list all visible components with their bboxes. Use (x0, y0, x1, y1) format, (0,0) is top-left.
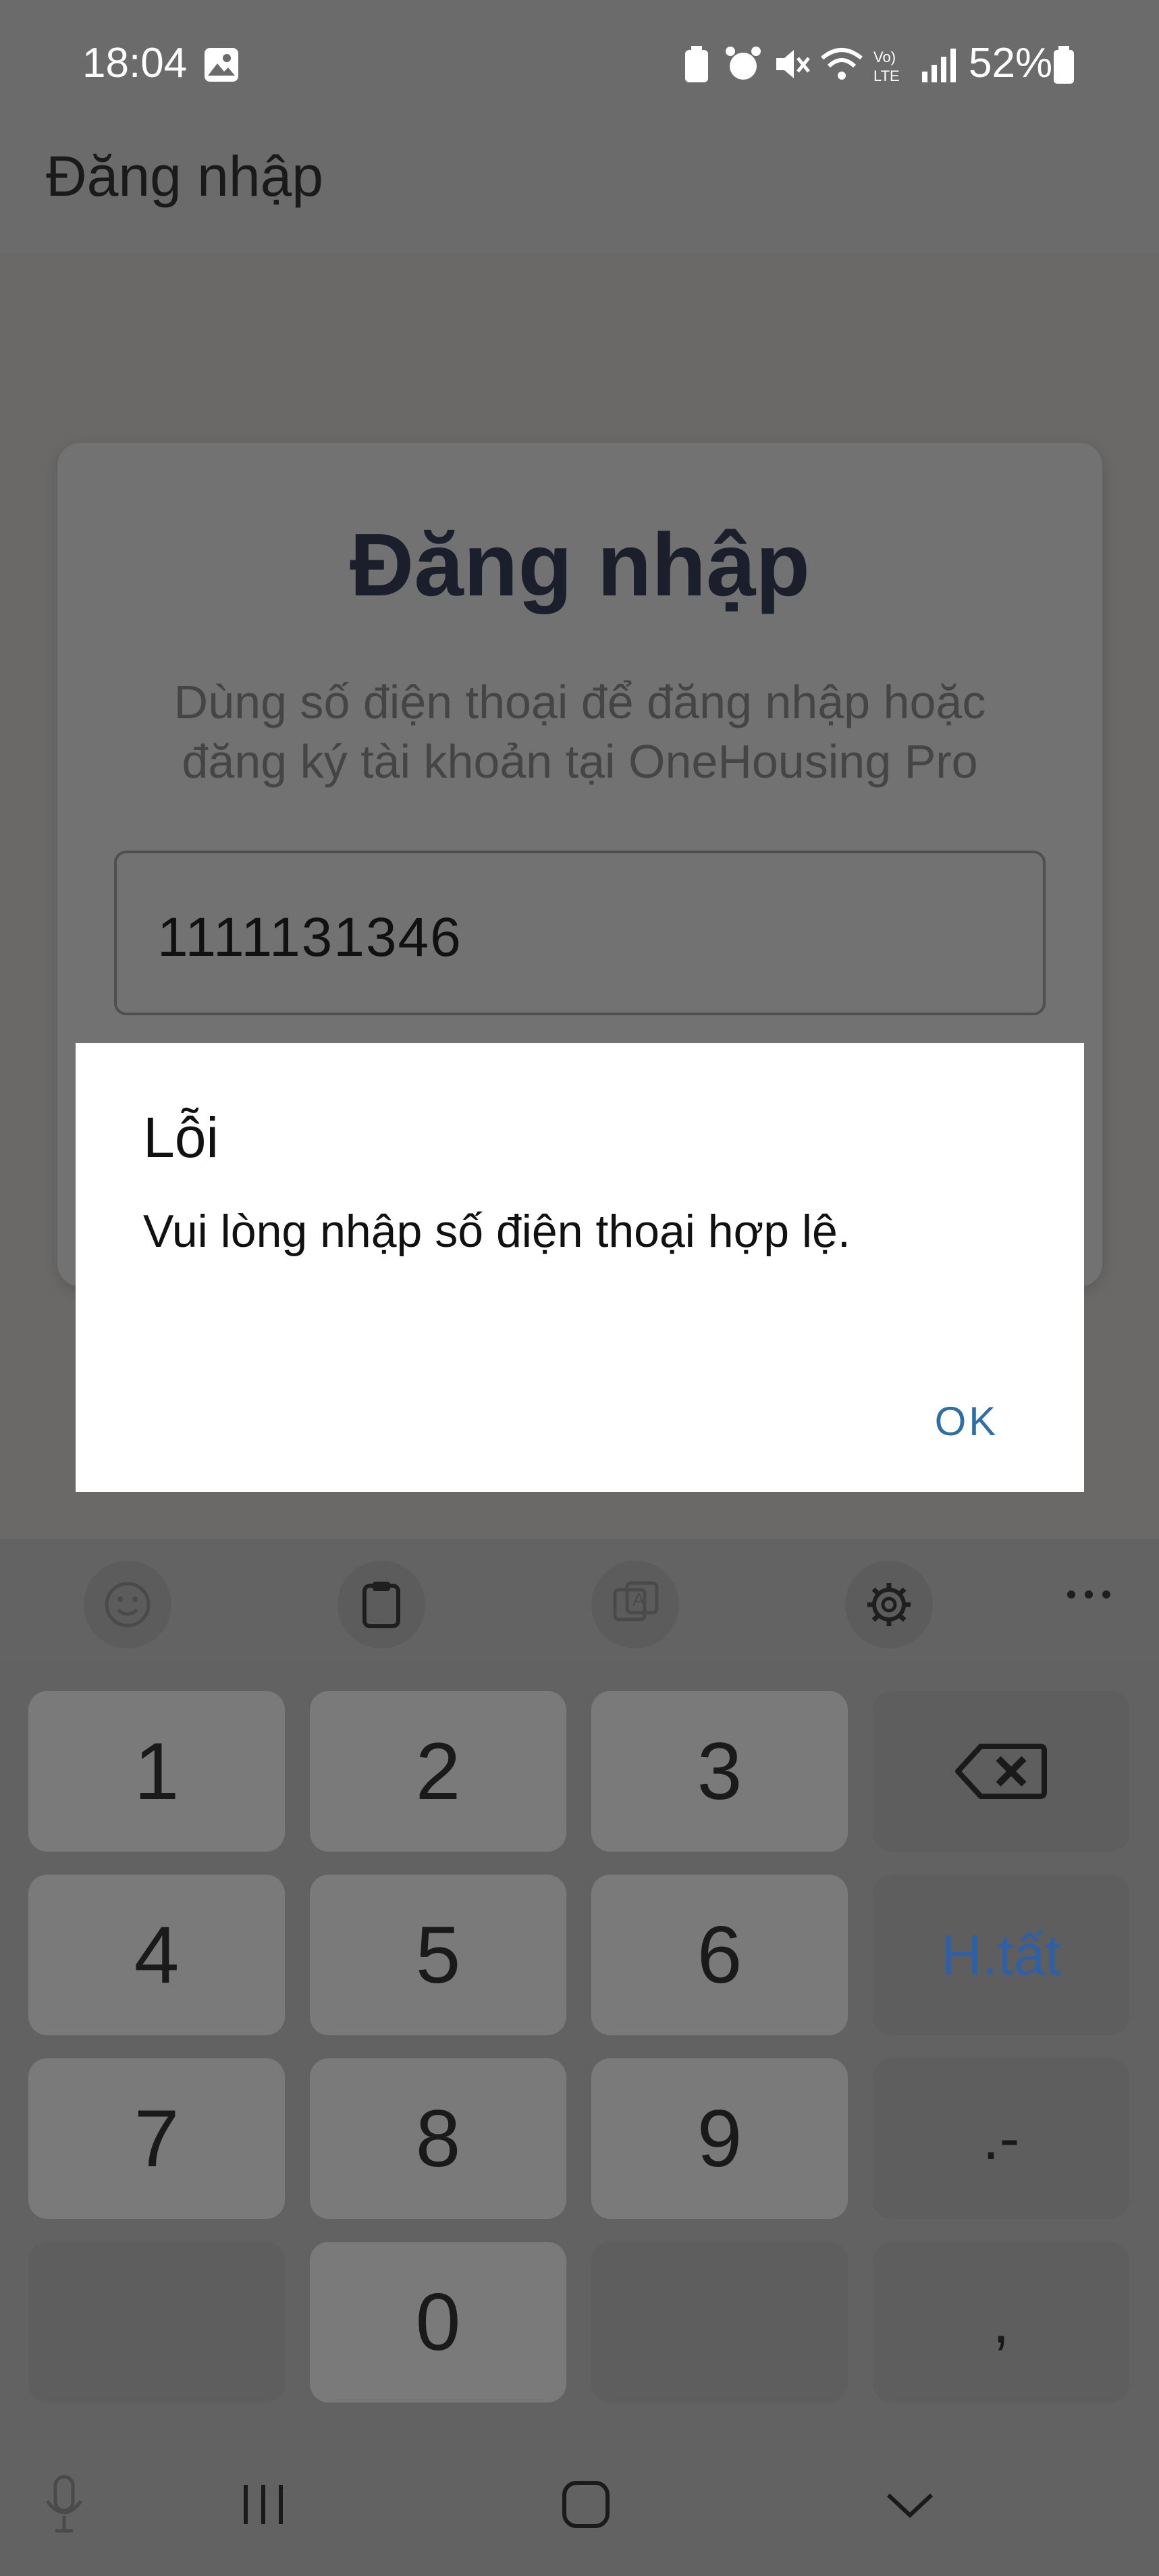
error-dialog: Lỗi Vui lòng nhập số điện thoại hợp lệ. … (76, 1043, 1084, 1492)
dialog-title: Lỗi (143, 1106, 219, 1169)
key-5[interactable]: 5 (310, 1875, 566, 2035)
ok-button[interactable]: OK (906, 1384, 1027, 1458)
battery-percent: 52% (969, 40, 1053, 86)
key-3[interactable]: 3 (591, 1691, 848, 1852)
settings-icon[interactable] (845, 1561, 933, 1648)
dialog-message: Vui lòng nhập số điện thoại hợp lệ. (143, 1206, 851, 1257)
keyboard-toolbar: A (0, 1539, 1159, 1661)
key-1[interactable]: 1 (28, 1691, 285, 1852)
svg-text:Vo): Vo) (873, 49, 896, 65)
home-icon[interactable] (545, 2471, 626, 2538)
key-8[interactable]: 8 (310, 2058, 566, 2219)
text-style-icon[interactable]: A (591, 1561, 679, 1648)
key-6[interactable]: 6 (591, 1875, 848, 2035)
login-subtitle-line-1: Dùng số điện thoại để đăng nhập hoặc (173, 676, 986, 728)
navigation-bar (0, 2423, 1159, 2576)
battery-icon (1054, 46, 1074, 84)
key-9[interactable]: 9 (591, 2058, 848, 2219)
hide-keyboard-icon[interactable] (869, 2471, 950, 2538)
numeric-keyboard: 1 2 3 4 5 6 H.tất 7 8 9 .- 0 , (0, 1661, 1159, 2423)
phone-input-value: 1111131346 (157, 907, 462, 968)
key-2[interactable]: 2 (310, 1691, 566, 1852)
status-time: 18:04 (82, 40, 188, 86)
clipboard-icon[interactable] (338, 1561, 425, 1648)
mic-icon[interactable] (34, 2471, 95, 2538)
backspace-icon (955, 1744, 1047, 1799)
svg-text:LTE: LTE (873, 68, 900, 84)
app-bar-title: Đăng nhập (46, 144, 324, 208)
more-icon[interactable] (1063, 1581, 1114, 1611)
battery-saver-icon (685, 46, 708, 82)
key-4[interactable]: 4 (28, 1875, 285, 2035)
blank-key-right[interactable] (591, 2242, 848, 2403)
done-key[interactable]: H.tất (873, 1875, 1129, 2035)
blank-key-left[interactable] (28, 2242, 285, 2403)
wifi-icon (821, 48, 863, 80)
comma-key[interactable]: , (873, 2242, 1129, 2403)
login-title: Đăng nhập (350, 515, 810, 614)
login-subtitle: Dùng số điện thoại để đăng nhập hoặc đăn… (118, 672, 1042, 791)
backspace-key[interactable] (873, 1691, 1129, 1852)
mute-icon (776, 50, 810, 78)
alarm-icon (726, 47, 761, 80)
dot-dash-key[interactable]: .- (873, 2058, 1129, 2219)
emoji-icon[interactable] (84, 1561, 171, 1648)
signal-icon (922, 49, 956, 82)
gallery-icon (205, 48, 238, 82)
recent-apps-icon[interactable] (223, 2471, 304, 2538)
key-0[interactable]: 0 (310, 2242, 566, 2403)
volte-icon: Vo) LTE (873, 49, 900, 84)
phone-input[interactable]: 1111131346 (114, 851, 1046, 1015)
login-subtitle-line-2: đăng ký tài khoản tại OneHousing Pro (182, 735, 978, 788)
key-7[interactable]: 7 (28, 2058, 285, 2219)
svg-text:A: A (632, 1589, 645, 1610)
